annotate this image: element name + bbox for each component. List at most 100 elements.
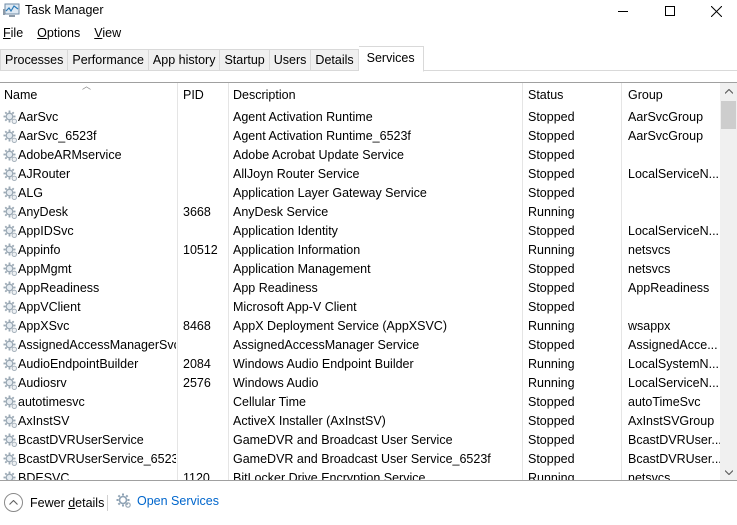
vertical-scrollbar[interactable] — [720, 83, 737, 480]
service-description: Application Identity — [233, 224, 338, 238]
service-name: AarSvc_6523f — [18, 129, 97, 143]
service-group: netsvcs — [628, 243, 671, 257]
table-row[interactable]: AarSvc_6523f Agent Activation Runtime_652… — [0, 127, 720, 146]
service-group: AarSvcGroup — [628, 129, 704, 143]
service-name: AppXSvc — [18, 319, 70, 333]
service-status: Running — [528, 243, 575, 257]
table-row[interactable]: AdobeARMservice Adobe Acrobat Update Serv… — [0, 146, 720, 165]
service-description: Windows Audio Endpoint Builder — [233, 357, 414, 371]
tab-users[interactable]: Users — [269, 49, 312, 71]
service-gear-icon — [3, 300, 18, 315]
table-row[interactable]: AudioEndpointBuilder 2084 Windows Audio En… — [0, 355, 720, 374]
footer: Fewer details Open Services — [0, 480, 737, 525]
service-gear-icon — [3, 281, 18, 296]
menu-file-label: ile — [10, 26, 24, 40]
table-row[interactable]: AppVClient Microsoft App-V Client Stopped — [0, 298, 720, 317]
service-gear-icon — [3, 186, 18, 201]
table-row[interactable]: AppReadiness App Readiness Stopped AppReadi… — [0, 279, 720, 298]
service-description: Adobe Acrobat Update Service — [233, 148, 404, 162]
minimize-button[interactable] — [600, 0, 646, 22]
task-manager-icon — [3, 3, 20, 17]
service-group: LocalSystemN... — [628, 357, 720, 371]
service-group: BcastDVRUser... — [628, 452, 720, 466]
service-pid: 3668 — [183, 205, 211, 219]
tab-processes[interactable]: Processes — [0, 49, 69, 71]
scrollbar-thumb[interactable] — [721, 101, 736, 129]
tab-performance[interactable]: Performance — [68, 49, 149, 71]
service-group — [628, 184, 720, 203]
service-pid — [183, 412, 228, 431]
service-description: Windows Audio — [233, 376, 319, 390]
service-pid: 1120 — [183, 471, 210, 480]
service-name: AarSvc — [18, 110, 59, 124]
service-group — [628, 298, 720, 317]
menu-view[interactable]: View — [91, 26, 124, 44]
service-name: Appinfo — [18, 243, 61, 257]
menu-bar: File Options View — [0, 26, 132, 44]
service-status: Stopped — [528, 167, 575, 181]
table-row[interactable]: AppXSvc 8468 AppX Deployment Service (AppX… — [0, 317, 720, 336]
table-row[interactable]: AarSvc Agent Activation Runtime Stopped Aar… — [0, 108, 720, 127]
service-gear-icon — [3, 205, 18, 220]
column-header-description[interactable]: Description — [229, 83, 522, 107]
service-gear-icon — [3, 395, 18, 410]
title-bar: Task Manager — [0, 0, 737, 22]
table-row[interactable]: AJRouter AllJoyn Router Service Stopped Loc… — [0, 165, 720, 184]
open-services-link[interactable]: Open Services — [116, 493, 219, 509]
table-row[interactable]: AssignedAccessManagerSvc AssignedAccessMa… — [0, 336, 720, 355]
service-status: Stopped — [528, 338, 575, 352]
service-pid — [183, 279, 228, 298]
column-header-group[interactable]: Group — [624, 83, 720, 107]
scroll-down-button[interactable] — [720, 464, 737, 480]
collapse-circle-icon — [4, 493, 23, 512]
table-row[interactable]: ALG Application Layer Gateway Service Stop… — [0, 184, 720, 203]
table-row[interactable]: BcastDVRUserService GameDVR and Broadcast… — [0, 431, 720, 450]
service-gear-icon — [3, 224, 18, 239]
service-name: BcastDVRUserService — [18, 433, 144, 447]
table-row[interactable]: AppMgmt Application Management Stopped nets… — [0, 260, 720, 279]
service-description: Application Layer Gateway Service — [233, 186, 427, 200]
service-status: Running — [528, 319, 575, 333]
service-description: Agent Activation Runtime — [233, 110, 373, 124]
menu-file-accel: F — [3, 26, 11, 40]
close-button[interactable] — [693, 0, 737, 22]
table-row[interactable]: AppIDSvc Application Identity Stopped Local… — [0, 222, 720, 241]
service-name: ALG — [18, 186, 44, 200]
maximize-button[interactable] — [647, 0, 693, 22]
table-row[interactable]: BDESVC 1120 BitLocker Drive Encryption Ser… — [0, 469, 720, 480]
table-row[interactable]: autotimesvc Cellular Time Stopped autoTimeS… — [0, 393, 720, 412]
service-group: netsvcs — [628, 471, 671, 480]
column-header-status[interactable]: Status — [524, 83, 621, 107]
tab-services[interactable]: Services — [358, 46, 424, 72]
table-row[interactable]: Audiosrv 2576 Windows Audio Running LocalSer… — [0, 374, 720, 393]
column-header-name[interactable]: Name — [0, 83, 177, 107]
table-row[interactable]: AxInstSV ActiveX Installer (AxInstSV) Stop… — [0, 412, 720, 431]
service-gear-icon — [3, 129, 18, 144]
service-pid — [183, 184, 228, 203]
table-row[interactable]: AnyDesk 3668 AnyDesk Service Running — [0, 203, 720, 222]
tab-startup[interactable]: Startup — [220, 49, 270, 71]
service-group: LocalServiceN... — [628, 167, 720, 181]
service-name: AudioEndpointBuilder — [18, 357, 139, 371]
menu-options[interactable]: Options — [34, 26, 83, 44]
scroll-up-button[interactable] — [720, 83, 737, 100]
service-pid — [183, 165, 228, 184]
menu-file[interactable]: File — [0, 26, 26, 44]
service-description: Cellular Time — [233, 395, 306, 409]
service-status: Running — [528, 205, 575, 219]
close-icon — [710, 5, 722, 17]
fewer-details-button[interactable]: Fewer details — [4, 493, 104, 512]
service-gear-icon — [3, 452, 18, 467]
tab-details[interactable]: Details — [311, 49, 359, 71]
service-gear-icon — [3, 110, 18, 125]
tab-app-history[interactable]: App history — [148, 49, 221, 71]
service-description: GameDVR and Broadcast User Service_6523f — [233, 452, 491, 466]
service-status: Stopped — [528, 224, 575, 238]
service-gear-icon — [3, 376, 18, 391]
service-status: Stopped — [528, 281, 575, 295]
services-gear-icon — [116, 493, 131, 508]
table-row[interactable]: BcastDVRUserService_6523f GameDVR and Bro… — [0, 450, 720, 469]
column-header-pid[interactable]: PID — [179, 83, 228, 107]
table-row[interactable]: Appinfo 10512 Application Information Runni… — [0, 241, 720, 260]
services-table: ︿ Name PID Description Status Group AarS… — [0, 82, 737, 480]
